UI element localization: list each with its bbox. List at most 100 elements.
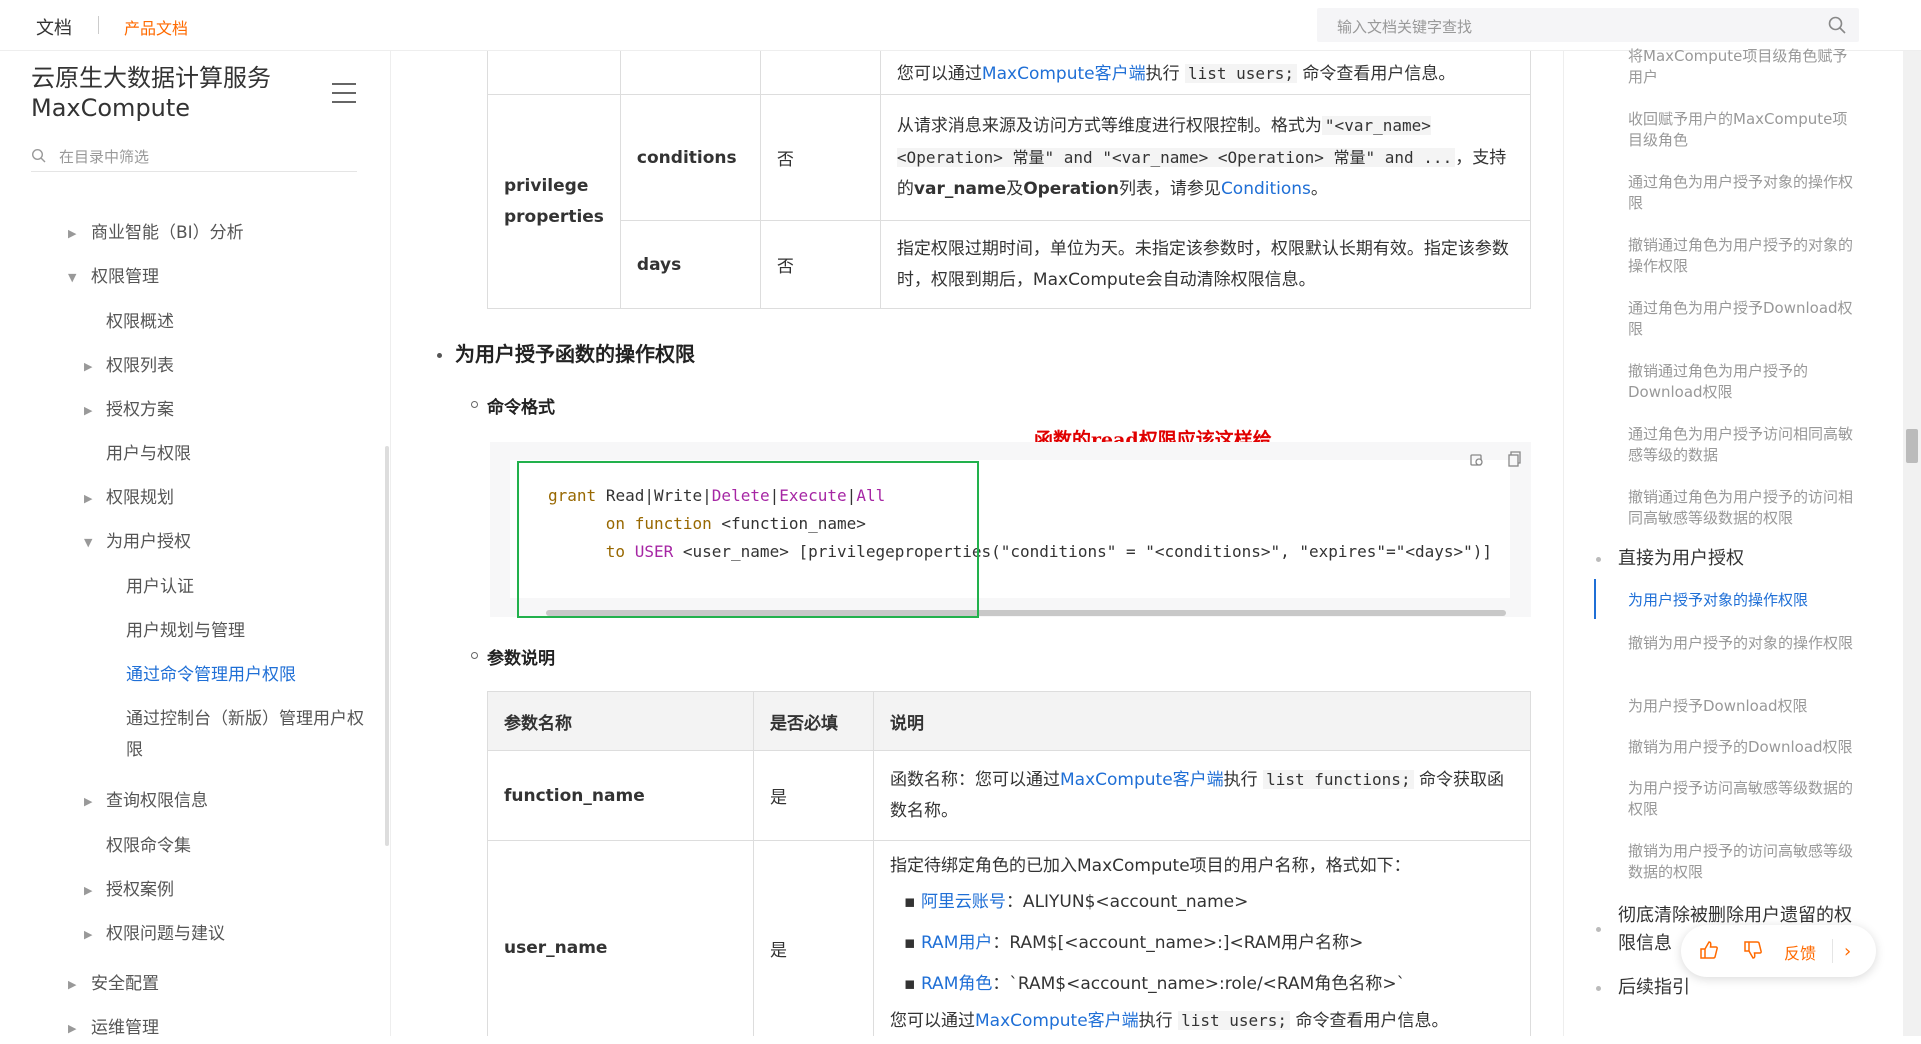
toc-item[interactable]: 为用户授予Download权限: [1628, 696, 1858, 717]
top-bar: 文档 产品文档 输入文档关键字查找: [0, 0, 1921, 51]
table-row: days 否 指定权限过期时间，单位为天。未指定该参数时，权限默认长期有效。指定…: [488, 220, 1532, 309]
copy-icon[interactable]: [1468, 450, 1486, 468]
toc-item[interactable]: 通过角色为用户授予对象的操作权限: [1628, 172, 1858, 214]
maxcompute-client-link[interactable]: MaxCompute客户端: [975, 1011, 1139, 1031]
toc-item[interactable]: 撤销通过角色为用户授予的访问相同高敏感等级数据的权限: [1628, 487, 1858, 529]
sidebar-item[interactable]: 权限管理: [91, 262, 159, 293]
sidebar-item[interactable]: 用户认证: [126, 572, 194, 603]
sidebar-item[interactable]: 授权方案: [106, 395, 174, 426]
caret-right-icon[interactable]: ▶: [84, 795, 92, 808]
toc-item[interactable]: 为用户授予访问高敏感等级数据的权限: [1628, 778, 1858, 820]
feedback-widget: 反馈 ›: [1681, 925, 1876, 977]
toc-item[interactable]: 收回赋予用户的MaxCompute项目级角色: [1628, 109, 1858, 151]
sidebar-item[interactable]: 通过命令管理用户权限: [126, 660, 296, 691]
caret-right-icon[interactable]: ▶: [84, 492, 92, 505]
param-name-cell: function_name: [487, 750, 754, 841]
product-title: 云原生大数据计算服务 MaxCompute: [31, 64, 271, 122]
sidebar-item[interactable]: 权限概述: [106, 307, 174, 338]
sidebar-item[interactable]: 权限规划: [106, 483, 174, 514]
toc-dot: [1596, 927, 1601, 932]
command-format-heading: 命令格式: [487, 398, 555, 418]
description-cell: 函数名称：您可以通过MaxCompute客户端执行 list functions…: [873, 750, 1531, 841]
list-item: ▪ 阿里云账号：ALIYUN$<account_name>: [904, 892, 1249, 912]
caret-right-icon[interactable]: ▶: [84, 928, 92, 941]
sidebar-item[interactable]: 权限列表: [106, 351, 174, 382]
feedback-divider: [1832, 939, 1833, 963]
toc-active-indicator: [1594, 579, 1596, 619]
product-docs-link[interactable]: 产品文档: [124, 15, 188, 39]
param-name-cell: user_name: [487, 840, 754, 1036]
format-list: ▪ 阿里云账号：ALIYUN$<account_name> ▪ RAM用户：RA…: [890, 882, 1514, 1005]
toc-heading-direct[interactable]: 直接为用户授权: [1618, 545, 1858, 573]
toc-heading-next[interactable]: 后续指引: [1618, 974, 1858, 1002]
sidebar-item[interactable]: 查询权限信息: [106, 786, 208, 817]
caret-down-icon[interactable]: ▼: [84, 536, 92, 549]
doc-search-input[interactable]: 输入文档关键字查找: [1317, 8, 1859, 42]
maxcompute-client-link[interactable]: MaxCompute客户端: [1060, 770, 1224, 790]
sidebar-item[interactable]: 用户与权限: [106, 439, 191, 470]
required-cell: 是: [753, 750, 874, 841]
search-icon: [31, 148, 46, 163]
sidebar-item[interactable]: 通过控制台（新版）管理用户权限: [126, 704, 366, 766]
bullet: [437, 353, 442, 358]
param-name-cell: conditions: [619, 94, 761, 221]
sidebar-item[interactable]: 为用户授权: [106, 527, 191, 558]
window-scrollbar[interactable]: [1903, 51, 1921, 1036]
table-row: privilege properties conditions 否 从请求消息来…: [487, 94, 1532, 309]
toc-item[interactable]: 通过角色为用户授予访问相同高敏感等级的数据: [1628, 424, 1858, 466]
sidebar-item[interactable]: 权限命令集: [106, 831, 191, 862]
caret-down-icon[interactable]: ▼: [68, 271, 76, 284]
caret-right-icon[interactable]: ▶: [84, 884, 92, 897]
toc-item[interactable]: 撤销为用户授予的对象的操作权限: [1628, 633, 1858, 654]
toc-filter-input[interactable]: 在目录中筛选: [31, 143, 357, 172]
brand-docs-link[interactable]: 文档: [36, 14, 72, 40]
sidebar-item[interactable]: 用户规划与管理: [126, 616, 245, 647]
toc-item[interactable]: 撤销为用户授予的Download权限: [1628, 737, 1858, 758]
caret-right-icon[interactable]: ▶: [68, 227, 76, 240]
maxcompute-client-link[interactable]: MaxCompute客户端: [982, 64, 1146, 84]
description-cell: 从请求消息来源及访问方式等维度进行权限控制。格式为 "<var_name> <Op…: [879, 94, 1532, 221]
sidebar-scrollbar[interactable]: [385, 446, 389, 846]
window-scrollbar-thumb[interactable]: [1906, 429, 1918, 463]
menu-icon[interactable]: [332, 83, 356, 103]
duplicate-icon[interactable]: [1505, 450, 1523, 468]
feedback-button[interactable]: 反馈: [1784, 940, 1816, 964]
highlight-box: [517, 461, 979, 618]
bullet: [471, 401, 478, 408]
chevron-right-icon[interactable]: ›: [1844, 941, 1851, 962]
caret-right-icon[interactable]: ▶: [68, 978, 76, 991]
caret-right-icon[interactable]: ▶: [68, 1022, 76, 1035]
param-table: 参数名称 是否必填 说明 function_name 是 函数名称：您可以通过M…: [487, 691, 1531, 1036]
column-header: 说明: [873, 691, 1531, 751]
privilege-properties-cell: privilege properties: [487, 94, 621, 309]
required-cell: 否: [759, 220, 881, 309]
ram-role-link[interactable]: RAM角色: [921, 974, 992, 994]
toc-item[interactable]: 撤销通过角色为用户授予的对象的操作权限: [1628, 235, 1858, 277]
toc-item[interactable]: 为用户授予对象的操作权限: [1628, 590, 1858, 611]
search-icon[interactable]: [1827, 15, 1847, 35]
required-cell: 否: [759, 94, 881, 221]
toc-item[interactable]: 撤销为用户授予的访问高敏感等级数据的权限: [1628, 841, 1858, 883]
toc-item[interactable]: 撤销通过角色为用户授予的Download权限: [1628, 361, 1858, 403]
toc-item[interactable]: 将MaxCompute项目级角色赋予用户: [1628, 46, 1858, 88]
param-name-cell: days: [619, 220, 761, 309]
sidebar-item[interactable]: 授权案例: [106, 875, 174, 906]
thumbs-up-icon[interactable]: [1698, 939, 1720, 961]
toc-item[interactable]: 通过角色为用户授予Download权限: [1628, 298, 1858, 340]
table-row: user_name 是 指定待绑定角色的已加入MaxCompute项目的用户名称…: [487, 840, 1531, 1036]
thumbs-down-icon[interactable]: [1742, 939, 1764, 961]
description-cell: 指定待绑定角色的已加入MaxCompute项目的用户名称，格式如下： ▪ 阿里云…: [873, 840, 1531, 1036]
table-row: function_name 是 函数名称：您可以通过MaxCompute客户端执…: [487, 750, 1531, 841]
sidebar-item[interactable]: 权限问题与建议: [106, 919, 225, 950]
caret-right-icon[interactable]: ▶: [84, 404, 92, 417]
caret-right-icon[interactable]: ▶: [84, 360, 92, 373]
aliyun-account-link[interactable]: 阿里云账号: [921, 892, 1006, 912]
conditions-link[interactable]: Conditions: [1221, 179, 1311, 199]
section-title: 为用户授予函数的操作权限: [455, 342, 695, 366]
sidebar-item[interactable]: 商业智能（BI）分析: [91, 218, 244, 249]
right-toc: 将MaxCompute项目级角色赋予用户 收回赋予用户的MaxCompute项目级…: [1563, 47, 1904, 1036]
sidebar-item[interactable]: 运维管理: [91, 1013, 159, 1044]
sidebar-item[interactable]: 安全配置: [91, 969, 159, 1000]
param-description-heading: 参数说明: [487, 649, 555, 669]
ram-user-link[interactable]: RAM用户: [921, 933, 992, 953]
